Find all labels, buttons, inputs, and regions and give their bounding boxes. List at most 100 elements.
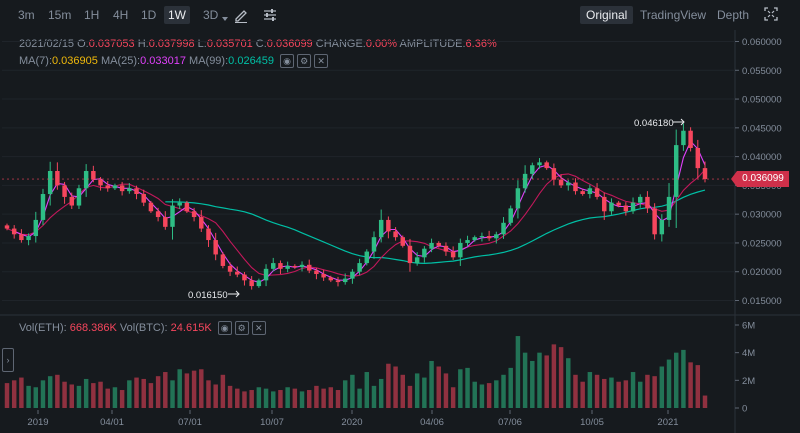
candle-body xyxy=(436,242,441,246)
volume-bar xyxy=(602,378,607,408)
y-tick-label: 0.045000 xyxy=(742,123,782,134)
volume-bar xyxy=(422,377,427,408)
volume-bar xyxy=(443,373,449,408)
candle-body xyxy=(47,171,53,195)
volume-bar xyxy=(127,380,132,408)
candle-body xyxy=(364,251,370,264)
candle-body xyxy=(278,263,283,269)
y-tick-label: 0.060000 xyxy=(742,37,782,48)
vol-tick-label: 0 xyxy=(742,404,747,415)
candle-body xyxy=(206,228,211,241)
volume-bar xyxy=(530,360,535,408)
high-annotation: 0.046180 xyxy=(634,118,674,129)
volume-bar xyxy=(33,387,39,408)
volume-bar xyxy=(19,377,24,408)
volume-bar xyxy=(681,349,686,408)
volume-bar xyxy=(450,387,456,408)
volume-bar xyxy=(62,381,67,408)
volume-bar xyxy=(472,381,477,408)
candle-body xyxy=(515,188,521,209)
candle-body xyxy=(479,236,485,238)
candle-body xyxy=(652,208,657,235)
volume-bar xyxy=(177,369,182,408)
candle-body xyxy=(458,242,463,258)
candle-body xyxy=(263,268,269,281)
volume-bar xyxy=(400,374,406,408)
candle-body xyxy=(292,265,298,268)
candle-body xyxy=(544,162,549,169)
candle-body xyxy=(537,162,542,166)
candle-body xyxy=(335,280,341,283)
candle-body xyxy=(314,270,319,275)
price-chart[interactable]: 0.060000 0.055000 0.050000 0.045000 0.040000… xyxy=(0,0,800,433)
candle-body xyxy=(378,219,384,238)
volume-bar xyxy=(306,390,312,408)
y-tick-label: 0.040000 xyxy=(742,152,782,163)
candle-body xyxy=(558,179,564,186)
candle-body xyxy=(695,147,701,169)
candle-body xyxy=(429,242,434,249)
candle-body xyxy=(422,248,427,258)
candle-body xyxy=(26,236,31,241)
volume-bar xyxy=(551,344,557,408)
volume-bar xyxy=(458,369,463,408)
volume-bar xyxy=(688,362,693,408)
candle-body xyxy=(587,188,593,195)
volume-bar xyxy=(314,385,319,408)
volume-bar xyxy=(350,374,355,408)
volume-bar xyxy=(40,380,46,408)
volume-bar xyxy=(537,352,542,408)
volume-bar xyxy=(112,387,118,408)
volume-bar xyxy=(335,390,341,408)
candle-body xyxy=(673,145,679,197)
vol-tick-label: 4M xyxy=(742,348,755,359)
volume-bar xyxy=(148,383,154,408)
volume-bar xyxy=(371,385,377,408)
candle-body xyxy=(33,219,39,237)
volume-bar xyxy=(695,365,701,408)
candle-body xyxy=(350,271,355,279)
candle-body xyxy=(321,274,326,278)
candle-body xyxy=(659,219,665,235)
candle-body xyxy=(119,185,125,192)
volume-bar xyxy=(278,390,283,408)
candle-body xyxy=(40,194,46,220)
candle-body xyxy=(386,219,391,232)
volume-bar xyxy=(69,384,74,408)
volume-bar xyxy=(486,383,492,408)
candle-body xyxy=(83,171,89,189)
candle-body xyxy=(702,168,708,180)
volume-bar xyxy=(573,374,578,408)
volume-bar xyxy=(558,347,564,408)
candle-body xyxy=(306,264,312,271)
volume-bar xyxy=(515,336,521,408)
volume-bar xyxy=(285,387,290,408)
low-annotation: 0.016150 xyxy=(188,290,228,301)
candle-body xyxy=(163,217,168,227)
volume-bar xyxy=(386,363,391,408)
volume-bar xyxy=(263,388,269,408)
candle-body xyxy=(393,231,398,238)
candle-body xyxy=(98,179,103,186)
candle-body xyxy=(645,196,650,209)
candle-body xyxy=(566,182,571,186)
candle-body xyxy=(681,130,686,146)
candle-body xyxy=(285,265,290,269)
candle-body xyxy=(407,245,413,264)
collapse-panel-button[interactable]: › xyxy=(2,348,14,372)
volume-bar xyxy=(508,367,513,408)
volume-bar xyxy=(623,380,629,408)
volume-bar xyxy=(666,359,672,408)
high-arrow xyxy=(673,118,685,126)
volume-bar xyxy=(134,377,139,408)
volume-bar xyxy=(213,384,218,408)
volume-bar xyxy=(659,366,665,408)
candle-body xyxy=(602,196,607,212)
candle-body xyxy=(19,234,24,241)
candle-body xyxy=(609,202,614,212)
volume-bar xyxy=(702,395,708,408)
vol-tick-label: 2M xyxy=(742,376,755,387)
volume-bar xyxy=(638,381,643,408)
candle-body xyxy=(522,173,528,189)
volume-bar xyxy=(630,372,636,408)
